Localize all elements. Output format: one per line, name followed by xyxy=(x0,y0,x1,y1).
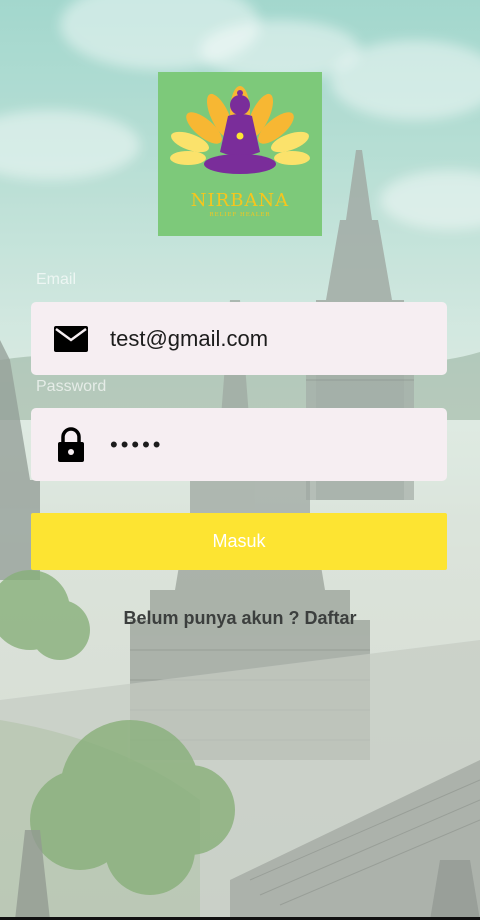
register-link[interactable]: Belum punya akun ? Daftar xyxy=(0,608,480,629)
password-value: ••••• xyxy=(110,431,164,457)
brand-logo: NIRBANA RELIEF HEALER xyxy=(158,72,322,236)
email-value: test@gmail.com xyxy=(110,325,269,351)
brand-tagline: RELIEF HEALER xyxy=(209,212,271,218)
email-field[interactable]: test@gmail.com xyxy=(31,302,447,375)
login-button[interactable]: Masuk xyxy=(31,513,447,570)
envelope-icon xyxy=(53,321,89,357)
password-field[interactable]: ••••• xyxy=(31,408,447,481)
lock-icon xyxy=(53,426,89,463)
password-label: Password xyxy=(36,378,107,395)
email-label: Email xyxy=(36,271,77,288)
login-button-label: Masuk xyxy=(212,531,266,551)
brand-name: NIRBANA xyxy=(190,190,290,211)
